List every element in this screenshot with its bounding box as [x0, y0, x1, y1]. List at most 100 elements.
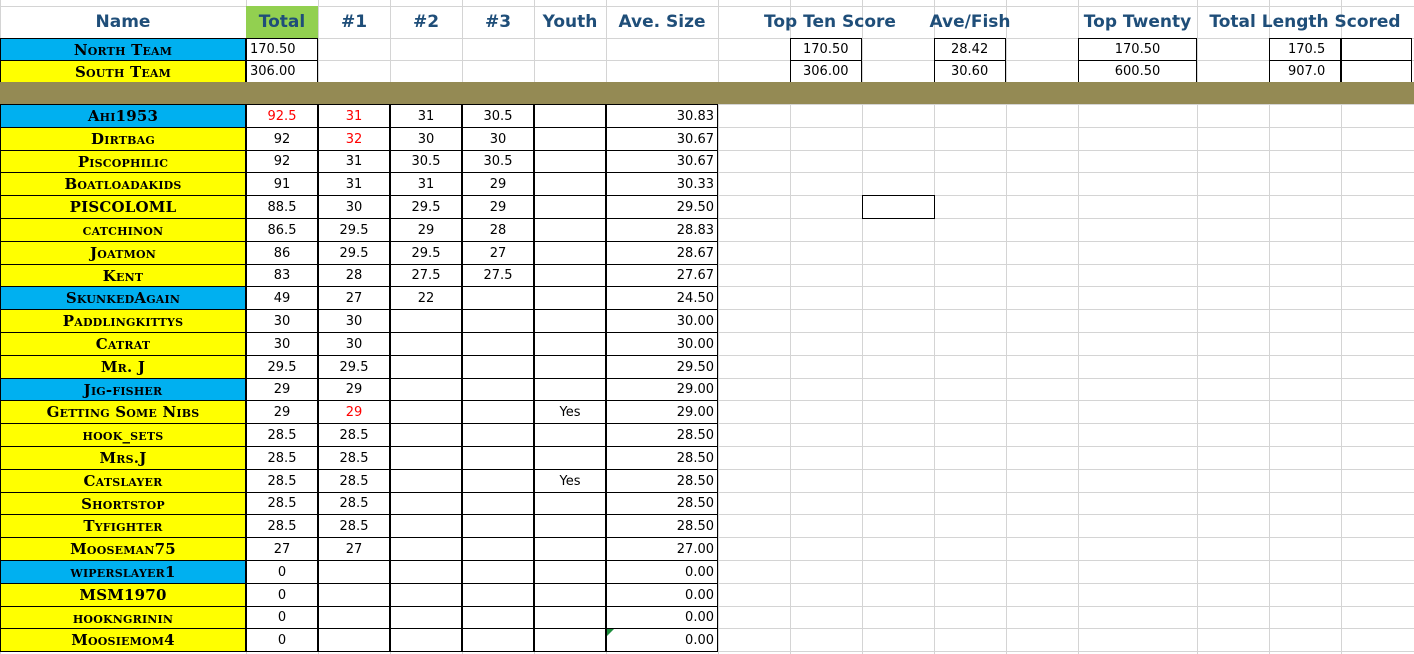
header-top-twenty[interactable]: Top Twenty	[1078, 6, 1197, 38]
team-total-length[interactable]: 170.5	[1269, 38, 1341, 61]
player-n3[interactable]	[462, 537, 534, 561]
player-n1[interactable]: 27	[318, 286, 390, 310]
player-n3[interactable]	[462, 514, 534, 538]
player-n3[interactable]: 30.5	[462, 104, 534, 128]
team-extra-cell[interactable]	[1341, 60, 1412, 83]
player-name[interactable]: Shortstop	[0, 492, 246, 515]
player-n3[interactable]: 30	[462, 127, 534, 151]
player-ave-size[interactable]: 29.00	[606, 400, 718, 424]
player-n2[interactable]: 31	[390, 172, 462, 196]
player-youth[interactable]	[534, 537, 606, 561]
player-name[interactable]: wiperslayer1	[0, 560, 246, 584]
header-n1[interactable]: #1	[318, 6, 390, 38]
player-total[interactable]: 0	[246, 606, 318, 629]
player-n3[interactable]	[462, 378, 534, 401]
team-total-length[interactable]: 907.0	[1269, 60, 1341, 83]
player-youth[interactable]	[534, 218, 606, 242]
player-youth[interactable]	[534, 195, 606, 219]
player-total[interactable]: 83	[246, 264, 318, 287]
player-n3[interactable]	[462, 469, 534, 493]
player-n1[interactable]: 31	[318, 104, 390, 128]
player-youth[interactable]	[534, 172, 606, 196]
player-ave-size[interactable]: 28.50	[606, 469, 718, 493]
player-n3[interactable]: 27.5	[462, 264, 534, 287]
player-name[interactable]: hook_sets	[0, 423, 246, 447]
player-name[interactable]: Moosiemom4	[0, 628, 246, 652]
player-n1[interactable]	[318, 628, 390, 652]
header-ave[interactable]: Ave. Size	[606, 6, 718, 38]
header-total-length[interactable]: Total Length Scored	[1199, 6, 1411, 38]
player-total[interactable]: 86.5	[246, 218, 318, 242]
player-n2[interactable]	[390, 423, 462, 447]
player-ave-size[interactable]: 29.50	[606, 355, 718, 379]
player-n2[interactable]	[390, 606, 462, 629]
player-n3[interactable]	[462, 606, 534, 629]
player-n2[interactable]: 29.5	[390, 241, 462, 265]
player-name[interactable]: Dirtbag	[0, 127, 246, 151]
player-youth[interactable]	[534, 606, 606, 629]
player-total[interactable]: 86	[246, 241, 318, 265]
header-n3[interactable]: #3	[462, 6, 534, 38]
player-ave-size[interactable]: 28.83	[606, 218, 718, 242]
player-n1[interactable]: 28.5	[318, 514, 390, 538]
player-total[interactable]: 28.5	[246, 469, 318, 493]
player-name[interactable]: Paddlingkittys	[0, 309, 246, 333]
player-n3[interactable]	[462, 309, 534, 333]
player-n3[interactable]	[462, 332, 534, 356]
player-ave-size[interactable]: 0.00	[606, 606, 718, 629]
player-n2[interactable]	[390, 446, 462, 470]
player-n3[interactable]: 29	[462, 172, 534, 196]
player-total[interactable]: 28.5	[246, 446, 318, 470]
header-name[interactable]: Name	[0, 6, 246, 38]
player-n1[interactable]	[318, 583, 390, 607]
player-name[interactable]: Tyfighter	[0, 514, 246, 538]
player-ave-size[interactable]: 0.00	[606, 560, 718, 584]
team-top-ten-score[interactable]: 170.50	[790, 38, 862, 61]
player-n2[interactable]	[390, 560, 462, 584]
header-total[interactable]: Total	[246, 6, 318, 38]
player-ave-size[interactable]: 30.67	[606, 150, 718, 173]
player-ave-size[interactable]: 0.00	[606, 583, 718, 607]
player-n1[interactable]: 30	[318, 332, 390, 356]
player-youth[interactable]	[534, 286, 606, 310]
player-name[interactable]: Mooseman75	[0, 537, 246, 561]
player-n2[interactable]	[390, 309, 462, 333]
player-n1[interactable]: 32	[318, 127, 390, 151]
player-ave-size[interactable]: 29.00	[606, 378, 718, 401]
player-youth[interactable]	[534, 378, 606, 401]
player-n1[interactable]: 28	[318, 264, 390, 287]
player-ave-size[interactable]: 28.50	[606, 446, 718, 470]
player-total[interactable]: 0	[246, 583, 318, 607]
player-n1[interactable]: 29.5	[318, 355, 390, 379]
team-total[interactable]: 306.00	[246, 60, 318, 83]
player-ave-size[interactable]: 30.00	[606, 309, 718, 333]
player-n2[interactable]: 22	[390, 286, 462, 310]
player-youth[interactable]: Yes	[534, 469, 606, 493]
player-name[interactable]: PISCOLOML	[0, 195, 246, 219]
player-n2[interactable]	[390, 492, 462, 515]
player-name[interactable]: Jig-fisher	[0, 378, 246, 401]
player-ave-size[interactable]: 28.67	[606, 241, 718, 265]
player-name[interactable]: hookngrinin	[0, 606, 246, 629]
player-youth[interactable]	[534, 264, 606, 287]
player-n3[interactable]	[462, 423, 534, 447]
player-ave-size[interactable]: 30.33	[606, 172, 718, 196]
player-n1[interactable]: 29.5	[318, 218, 390, 242]
player-youth[interactable]	[534, 628, 606, 652]
team-total[interactable]: 170.50	[246, 38, 318, 61]
player-ave-size[interactable]: 24.50	[606, 286, 718, 310]
player-n1[interactable]: 29	[318, 378, 390, 401]
player-n1[interactable]: 28.5	[318, 492, 390, 515]
player-n1[interactable]	[318, 606, 390, 629]
header-ave-fish[interactable]: Ave/Fish	[910, 6, 1030, 38]
header-youth[interactable]: Youth	[534, 6, 606, 38]
player-total[interactable]: 30	[246, 332, 318, 356]
player-n3[interactable]	[462, 492, 534, 515]
player-total[interactable]: 29	[246, 378, 318, 401]
player-ave-size[interactable]: 28.50	[606, 514, 718, 538]
player-n2[interactable]	[390, 378, 462, 401]
player-total[interactable]: 29.5	[246, 355, 318, 379]
player-name[interactable]: Boatloadakids	[0, 172, 246, 196]
player-total[interactable]: 92.5	[246, 104, 318, 128]
player-ave-size[interactable]: 28.50	[606, 423, 718, 447]
